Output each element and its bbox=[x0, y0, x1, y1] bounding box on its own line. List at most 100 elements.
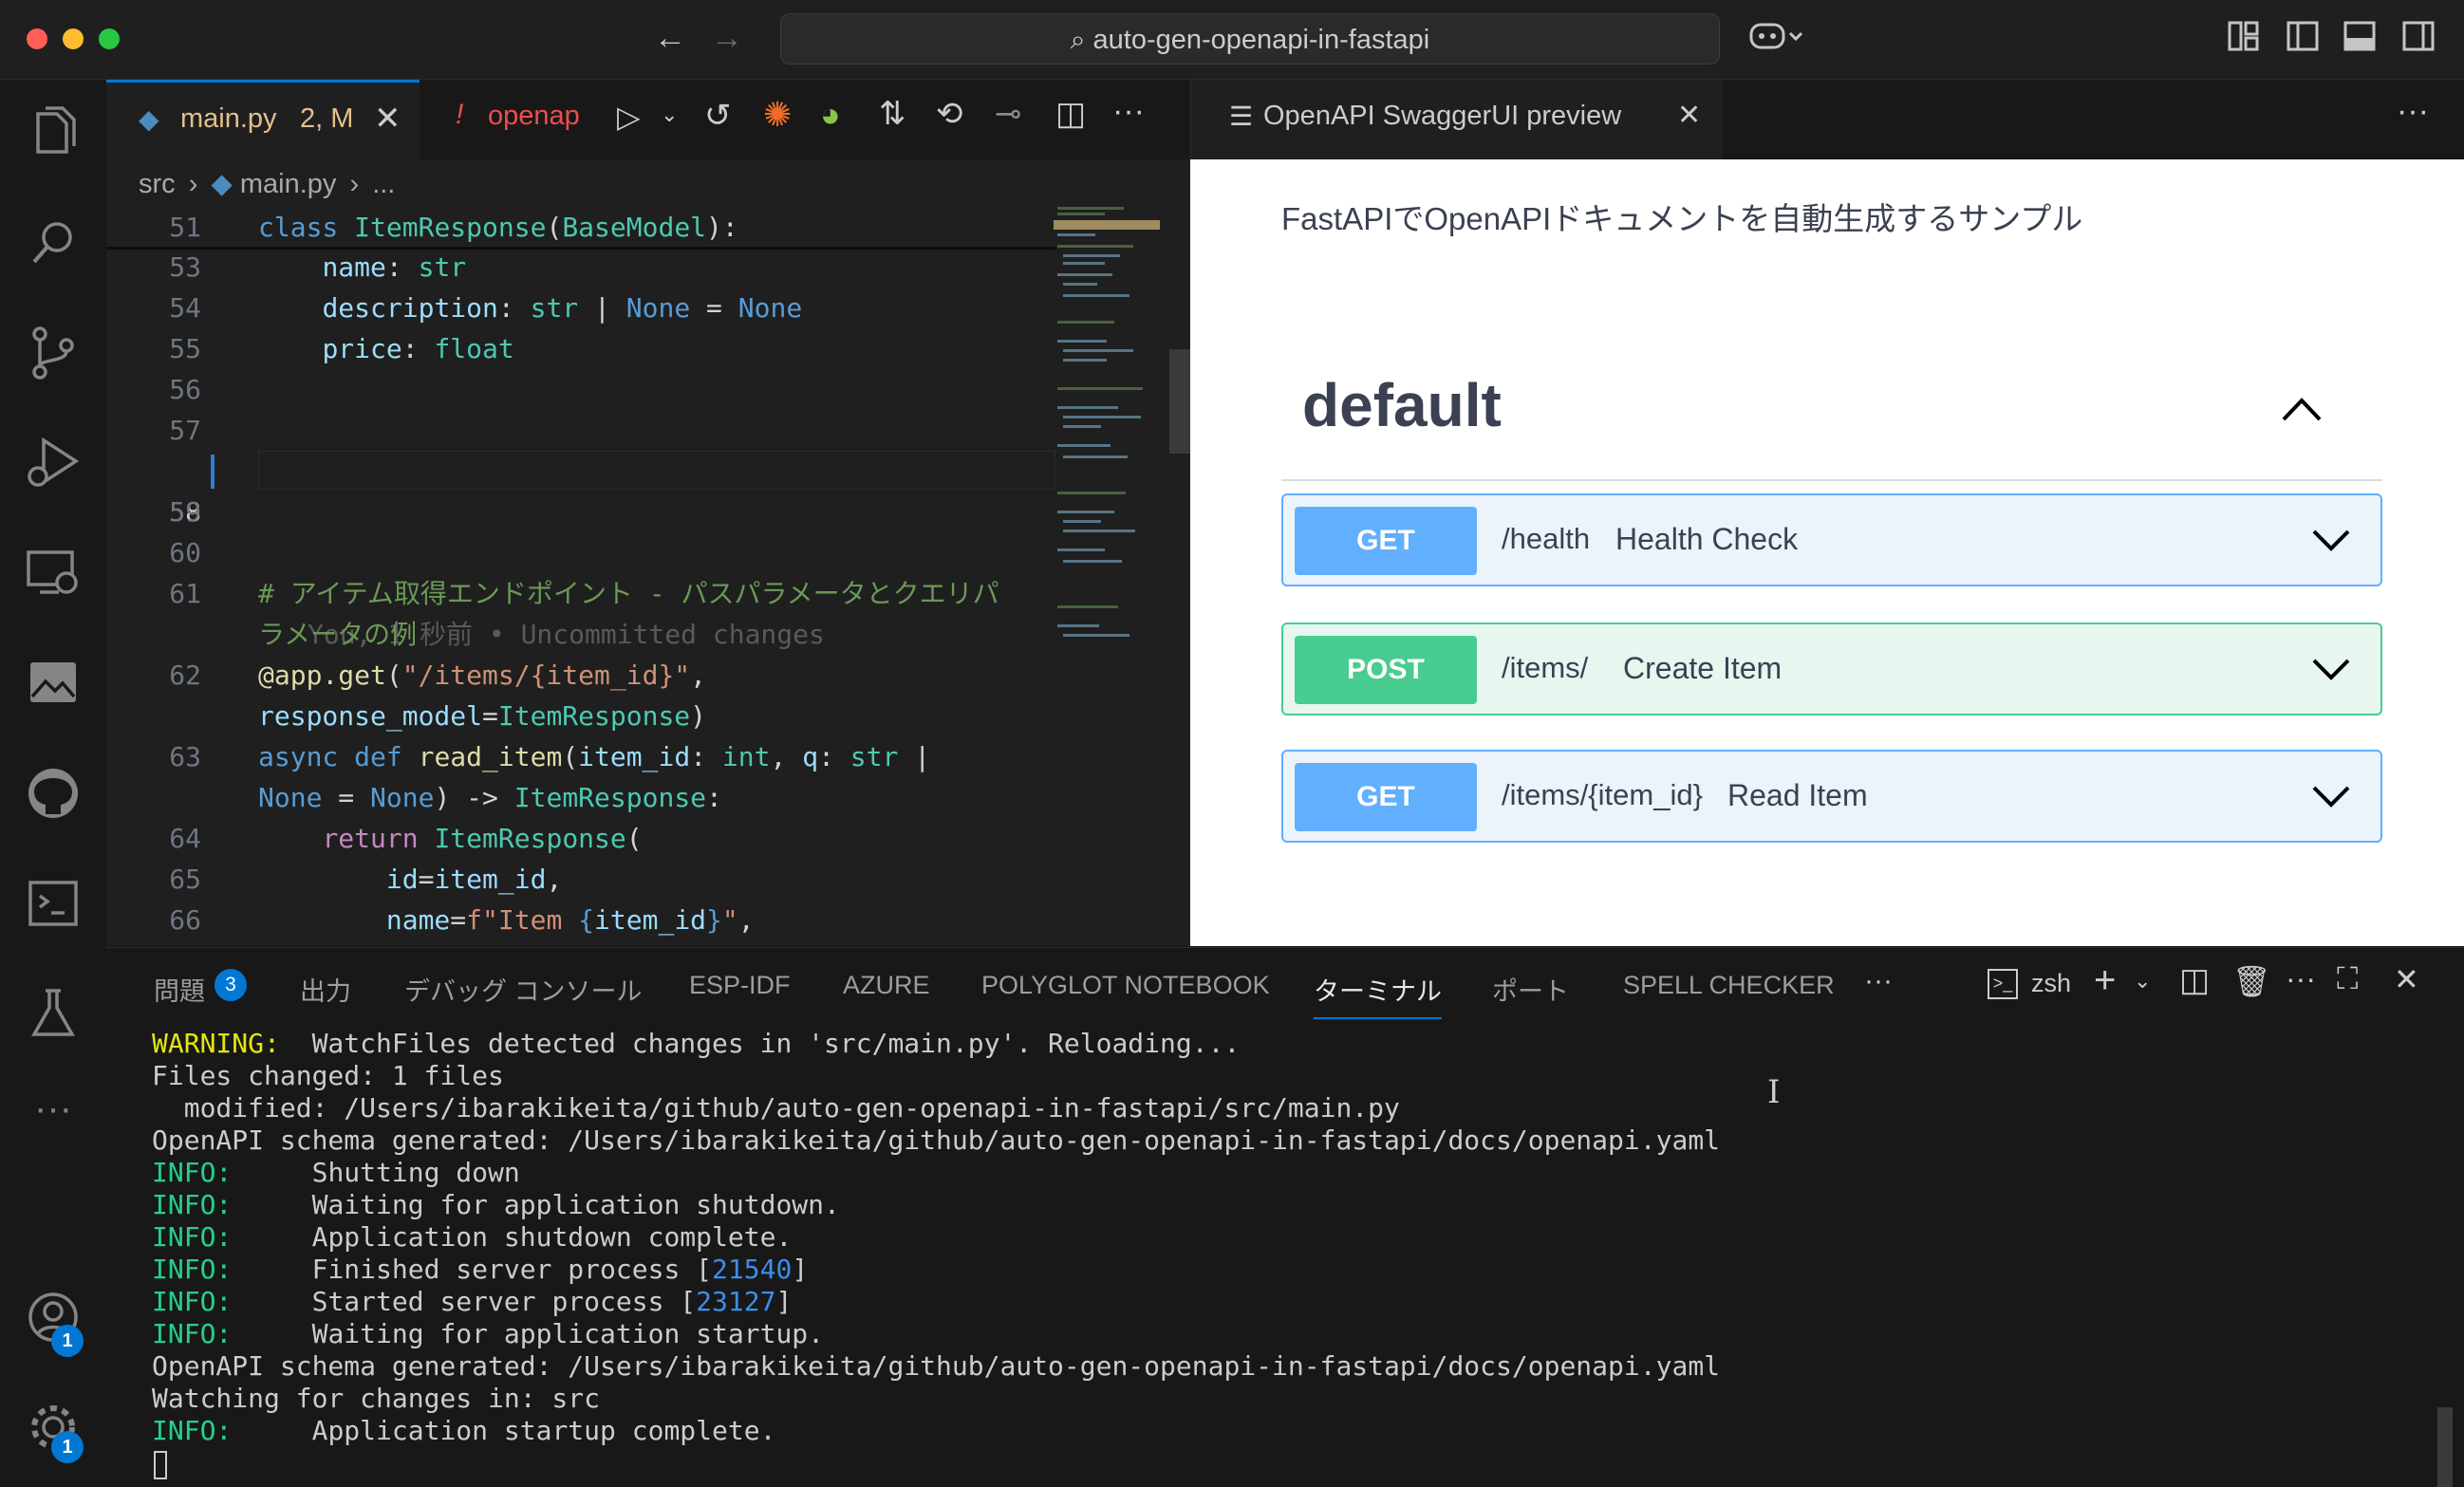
split-editor-icon[interactable]: ◫ bbox=[1055, 95, 1086, 133]
toggle-secondary-sidebar-icon[interactable] bbox=[2399, 19, 2437, 62]
minimap[interactable] bbox=[1054, 207, 1160, 738]
remote-explorer-icon[interactable] bbox=[21, 541, 85, 605]
image-preview-icon[interactable] bbox=[21, 651, 85, 716]
terminal-scrollbar-thumb[interactable] bbox=[2437, 1407, 2453, 1487]
method-badge: POST bbox=[1295, 636, 1477, 704]
tab-ports[interactable]: ポート bbox=[1492, 971, 1569, 1008]
run-icon[interactable]: ▷ bbox=[617, 99, 641, 135]
toggle-panel-icon[interactable] bbox=[2341, 19, 2379, 62]
compare-changes-icon[interactable]: ⇅ bbox=[879, 95, 906, 133]
chevron-down-icon[interactable] bbox=[2310, 780, 2352, 812]
close-window-button[interactable] bbox=[27, 28, 47, 49]
current-line-highlight bbox=[258, 451, 1055, 490]
breadcrumb-item[interactable]: ... bbox=[372, 169, 395, 199]
terminal-line: INFO: Application shutdown complete. bbox=[152, 1221, 793, 1253]
terminal-line: INFO: Application startup complete. bbox=[152, 1415, 776, 1446]
testing-icon[interactable] bbox=[21, 981, 85, 1046]
terminal-line: INFO: Waiting for application startup. bbox=[152, 1318, 825, 1349]
tab-swagger-preview[interactable]: ☰ OpenAPI SwaggerUI preview ✕ bbox=[1191, 80, 1723, 159]
minimize-window-button[interactable] bbox=[63, 28, 84, 49]
code-editor[interactable]: src › ◆ main.py › ... 51 class ItemRespon… bbox=[106, 159, 1190, 946]
copilot-icon[interactable] bbox=[1748, 17, 1805, 64]
operation-get-health[interactable]: GET /health Health Check bbox=[1281, 493, 2382, 586]
chevron-down-icon[interactable]: ⌄ bbox=[661, 102, 678, 127]
tab-debug-console[interactable]: デバッグ コンソール bbox=[404, 971, 643, 1008]
timeline-icon[interactable]: ↺ bbox=[704, 97, 732, 135]
search-text: auto-gen-openapi-in-fastapi bbox=[1092, 25, 1430, 55]
section-title[interactable]: default bbox=[1302, 370, 1502, 440]
terminal-cursor bbox=[154, 1451, 167, 1479]
preview-icon: ☰ bbox=[1229, 102, 1254, 131]
terminal-icon[interactable] bbox=[21, 871, 85, 936]
chevron-down-icon[interactable]: ⌄ bbox=[2134, 969, 2151, 994]
tab-problems[interactable]: 問題 bbox=[154, 971, 205, 1008]
operation-path: /health bbox=[1502, 522, 1591, 555]
source-control-icon[interactable] bbox=[21, 321, 85, 385]
tab-status: 2, M bbox=[300, 103, 354, 134]
close-icon[interactable]: ✕ bbox=[374, 100, 401, 138]
forward-arrow-icon[interactable]: → bbox=[708, 19, 746, 57]
extension-icon[interactable]: ◕ bbox=[820, 95, 841, 135]
back-arrow-icon[interactable]: ← bbox=[651, 19, 689, 57]
new-terminal-icon[interactable]: + bbox=[2094, 959, 2116, 1002]
tab-spell-checker[interactable]: SPELL CHECKER bbox=[1623, 971, 1835, 1000]
title-bar: ← → ⌕ auto-gen-openapi-in-fastapi bbox=[0, 0, 2464, 80]
section-divider bbox=[1281, 479, 2382, 481]
layout-customize-icon[interactable] bbox=[2225, 19, 2263, 62]
python-file-icon: ◆ bbox=[211, 169, 233, 199]
terminal-shell-name[interactable]: zsh bbox=[2031, 969, 2071, 998]
chevron-down-icon[interactable] bbox=[2310, 653, 2352, 685]
toggle-primary-sidebar-icon[interactable] bbox=[2284, 19, 2322, 62]
github-icon[interactable] bbox=[21, 761, 85, 826]
command-center-search[interactable]: ⌕ auto-gen-openapi-in-fastapi bbox=[780, 13, 1720, 65]
more-panel-tabs-icon[interactable]: ··· bbox=[1864, 965, 1893, 997]
preview-tab-bar: ☰ OpenAPI SwaggerUI preview ✕ ··· bbox=[1190, 80, 2464, 160]
tab-azure[interactable]: AZURE bbox=[843, 971, 930, 1000]
run-and-debug-icon[interactable] bbox=[21, 431, 85, 495]
search-icon[interactable] bbox=[21, 211, 85, 275]
terminal-line: Watching for changes in: src bbox=[152, 1383, 601, 1414]
maximize-panel-icon[interactable]: ⛶ bbox=[2337, 961, 2358, 997]
more-actions-icon[interactable]: ··· bbox=[2397, 93, 2429, 130]
commit-icon[interactable]: ⊸ bbox=[995, 95, 1022, 133]
terminal-line: OpenAPI schema generated: /Users/ibaraki… bbox=[152, 1350, 1721, 1382]
operation-post-items[interactable]: POST /items/ Create Item bbox=[1281, 623, 2382, 716]
zoom-window-button[interactable] bbox=[99, 28, 120, 49]
tab-output[interactable]: 出力 bbox=[300, 971, 351, 1008]
split-terminal-icon[interactable]: ◫ bbox=[2179, 961, 2210, 999]
terminal-output[interactable]: WARNING: WatchFiles detected changes in … bbox=[106, 1028, 2464, 1487]
modified-gutter-marker bbox=[211, 455, 215, 489]
operation-get-item[interactable]: GET /items/{item_id} Read Item bbox=[1281, 750, 2382, 843]
warning-icon: ! bbox=[456, 99, 464, 130]
tab-main-py[interactable]: ◆ main.py 2, M ✕ bbox=[106, 80, 420, 159]
trash-icon[interactable]: 🗑 bbox=[2232, 963, 2271, 999]
operation-summary: Read Item bbox=[1727, 778, 1868, 812]
bottom-panel: 問題 3 出力 デバッグ コンソール ESP-IDF AZURE POLYGLO… bbox=[106, 947, 2464, 1487]
terminal-line: INFO: Finished server process [21540] bbox=[152, 1254, 809, 1285]
terminal-line: INFO: Shutting down bbox=[152, 1157, 520, 1188]
operation-path: /items/ bbox=[1502, 651, 1589, 684]
explorer-icon[interactable] bbox=[21, 101, 85, 165]
close-icon[interactable]: ✕ bbox=[1677, 99, 1701, 132]
tab-terminal[interactable]: ターミナル bbox=[1314, 971, 1442, 1019]
breadcrumb-item[interactable]: main.py bbox=[240, 169, 337, 199]
breadcrumb: src › ◆ main.py › ... bbox=[139, 169, 396, 199]
close-panel-icon[interactable]: ✕ bbox=[2394, 961, 2419, 997]
editor-scrollbar-thumb[interactable] bbox=[1169, 349, 1190, 454]
breadcrumb-item[interactable]: src bbox=[139, 169, 176, 199]
chevron-up-icon[interactable] bbox=[2280, 395, 2324, 423]
more-actions-icon[interactable]: ··· bbox=[1112, 93, 1145, 130]
text-cursor-icon: I bbox=[1767, 1073, 1781, 1111]
tab-polyglot-notebook[interactable]: POLYGLOT NOTEBOOK bbox=[981, 971, 1270, 1000]
tab-esp-idf[interactable]: ESP-IDF bbox=[689, 971, 791, 1000]
claude-icon[interactable]: ✺ bbox=[763, 95, 792, 135]
code-line-current: 58 You, 1 秒前 • Uncommitted changes bbox=[106, 451, 1055, 650]
tab-label: main.py bbox=[180, 103, 277, 134]
more-views-icon[interactable]: ··· bbox=[21, 1089, 85, 1154]
api-description: FastAPIでOpenAPIドキュメントを自動生成するサンプル bbox=[1281, 201, 2083, 236]
terminal-line: INFO: Waiting for application shutdown. bbox=[152, 1189, 840, 1220]
more-actions-icon[interactable]: ··· bbox=[2286, 961, 2316, 996]
chevron-down-icon[interactable] bbox=[2310, 524, 2352, 556]
open-changes-icon[interactable]: ⟲ bbox=[936, 95, 963, 133]
accounts-badge: 1 bbox=[51, 1325, 84, 1357]
